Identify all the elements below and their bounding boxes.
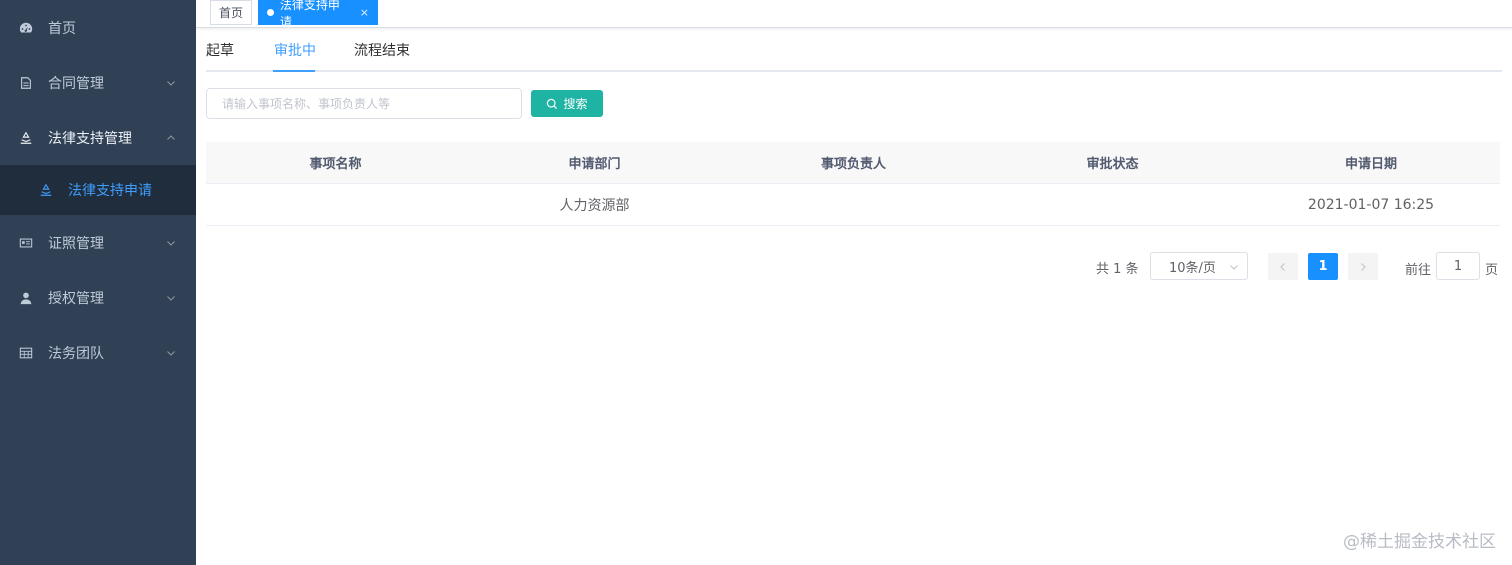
law-scale-icon (38, 182, 54, 198)
id-card-icon (18, 235, 34, 251)
sidebar-item-authorization[interactable]: 授权管理 (0, 270, 196, 325)
tab-in-approval[interactable]: 审批中 (274, 28, 316, 72)
sidebar-item-label: 法务团队 (48, 345, 104, 362)
chevron-down-icon (166, 238, 176, 248)
tags-view: 首页 法律支持申请 × (196, 0, 1512, 29)
table-cell (206, 184, 465, 225)
dashboard-icon (18, 20, 34, 36)
tab-finished[interactable]: 流程结束 (354, 28, 410, 72)
search-input[interactable] (206, 88, 522, 119)
prev-page-button[interactable] (1268, 253, 1298, 280)
table-icon (18, 345, 34, 361)
table-header: 事项名称 申请部门 事项负责人 审批状态 申请日期 (206, 142, 1500, 184)
column-header: 事项名称 (309, 157, 362, 172)
column-header: 事项负责人 (820, 157, 886, 172)
tag-home[interactable]: 首页 (210, 0, 252, 25)
law-scale-icon (18, 130, 34, 146)
chevron-down-icon (166, 293, 176, 303)
chevron-down-icon (1230, 265, 1238, 270)
data-table: 事项名称 申请部门 事项负责人 审批状态 申请日期 人力资源部 2021-01-… (206, 142, 1500, 226)
sidebar-item-label: 授权管理 (48, 290, 104, 307)
sidebar-item-license[interactable]: 证照管理 (0, 215, 196, 270)
tag-label: 首页 (218, 6, 243, 20)
watermark: @稀土掘金技术社区 (1343, 532, 1496, 552)
active-dot-icon (267, 9, 274, 16)
app-root: 首页 合同管理 法律支持管理 法律支持申请 证照管理 授权管理 法务团队 首页 … (0, 0, 1512, 565)
tag-label: 法律支持申请 (279, 0, 340, 29)
tab-draft[interactable]: 起草 (206, 28, 234, 72)
chevron-up-icon (166, 133, 176, 143)
sidebar: 首页 合同管理 法律支持管理 法律支持申请 证照管理 授权管理 法务团队 (0, 0, 196, 565)
page-size-select[interactable]: 10条/页 (1150, 252, 1248, 280)
goto-label: 前往 (1405, 263, 1432, 278)
sidebar-item-label: 合同管理 (48, 75, 104, 92)
table-row[interactable]: 人力资源部 2021-01-07 16:25 (206, 184, 1500, 226)
column-header: 审批状态 (1086, 157, 1139, 172)
active-tab-indicator (273, 70, 315, 72)
goto-page-input[interactable] (1436, 252, 1480, 280)
search-button[interactable]: 搜索 (531, 90, 603, 117)
sidebar-item-home[interactable]: 首页 (0, 0, 196, 55)
sidebar-item-legal-team[interactable]: 法务团队 (0, 325, 196, 380)
page-number-current[interactable]: 1 (1308, 253, 1338, 280)
tag-law-support-apply[interactable]: 法律支持申请 × (258, 0, 378, 29)
chevron-right-icon (1361, 262, 1366, 271)
search-icon (547, 98, 558, 109)
table-cell: 人力资源部 (559, 197, 630, 214)
contract-icon (18, 75, 34, 91)
chevron-left-icon (1280, 262, 1285, 271)
sidebar-item-law-support[interactable]: 法律支持管理 (0, 110, 196, 165)
page-size-value: 10条/页 (1169, 260, 1216, 276)
user-icon (18, 290, 34, 306)
table-cell (724, 184, 983, 225)
close-icon[interactable]: × (360, 6, 369, 19)
table-cell (983, 184, 1242, 225)
pagination-total: 共 1 条 (1096, 262, 1139, 277)
chevron-down-icon (166, 78, 176, 88)
sidebar-item-label: 法律支持管理 (48, 130, 132, 147)
sidebar-item-contract[interactable]: 合同管理 (0, 55, 196, 110)
search-button-label: 搜索 (563, 97, 588, 111)
sidebar-subitem-label: 法律支持申请 (68, 183, 152, 199)
sidebar-submenu: 法律支持申请 (0, 165, 196, 215)
goto-page-suffix: 页 (1485, 263, 1499, 278)
sidebar-item-label: 证照管理 (48, 235, 104, 252)
status-tabs: 起草 审批中 流程结束 (206, 28, 1502, 72)
column-header: 申请部门 (568, 157, 621, 172)
chevron-down-icon (166, 348, 176, 358)
table-cell: 2021-01-07 16:25 (1307, 196, 1435, 213)
column-header: 申请日期 (1344, 157, 1397, 172)
sidebar-item-label: 首页 (48, 20, 76, 37)
sidebar-subitem-law-support-apply[interactable]: 法律支持申请 (0, 165, 196, 215)
next-page-button[interactable] (1348, 253, 1378, 280)
